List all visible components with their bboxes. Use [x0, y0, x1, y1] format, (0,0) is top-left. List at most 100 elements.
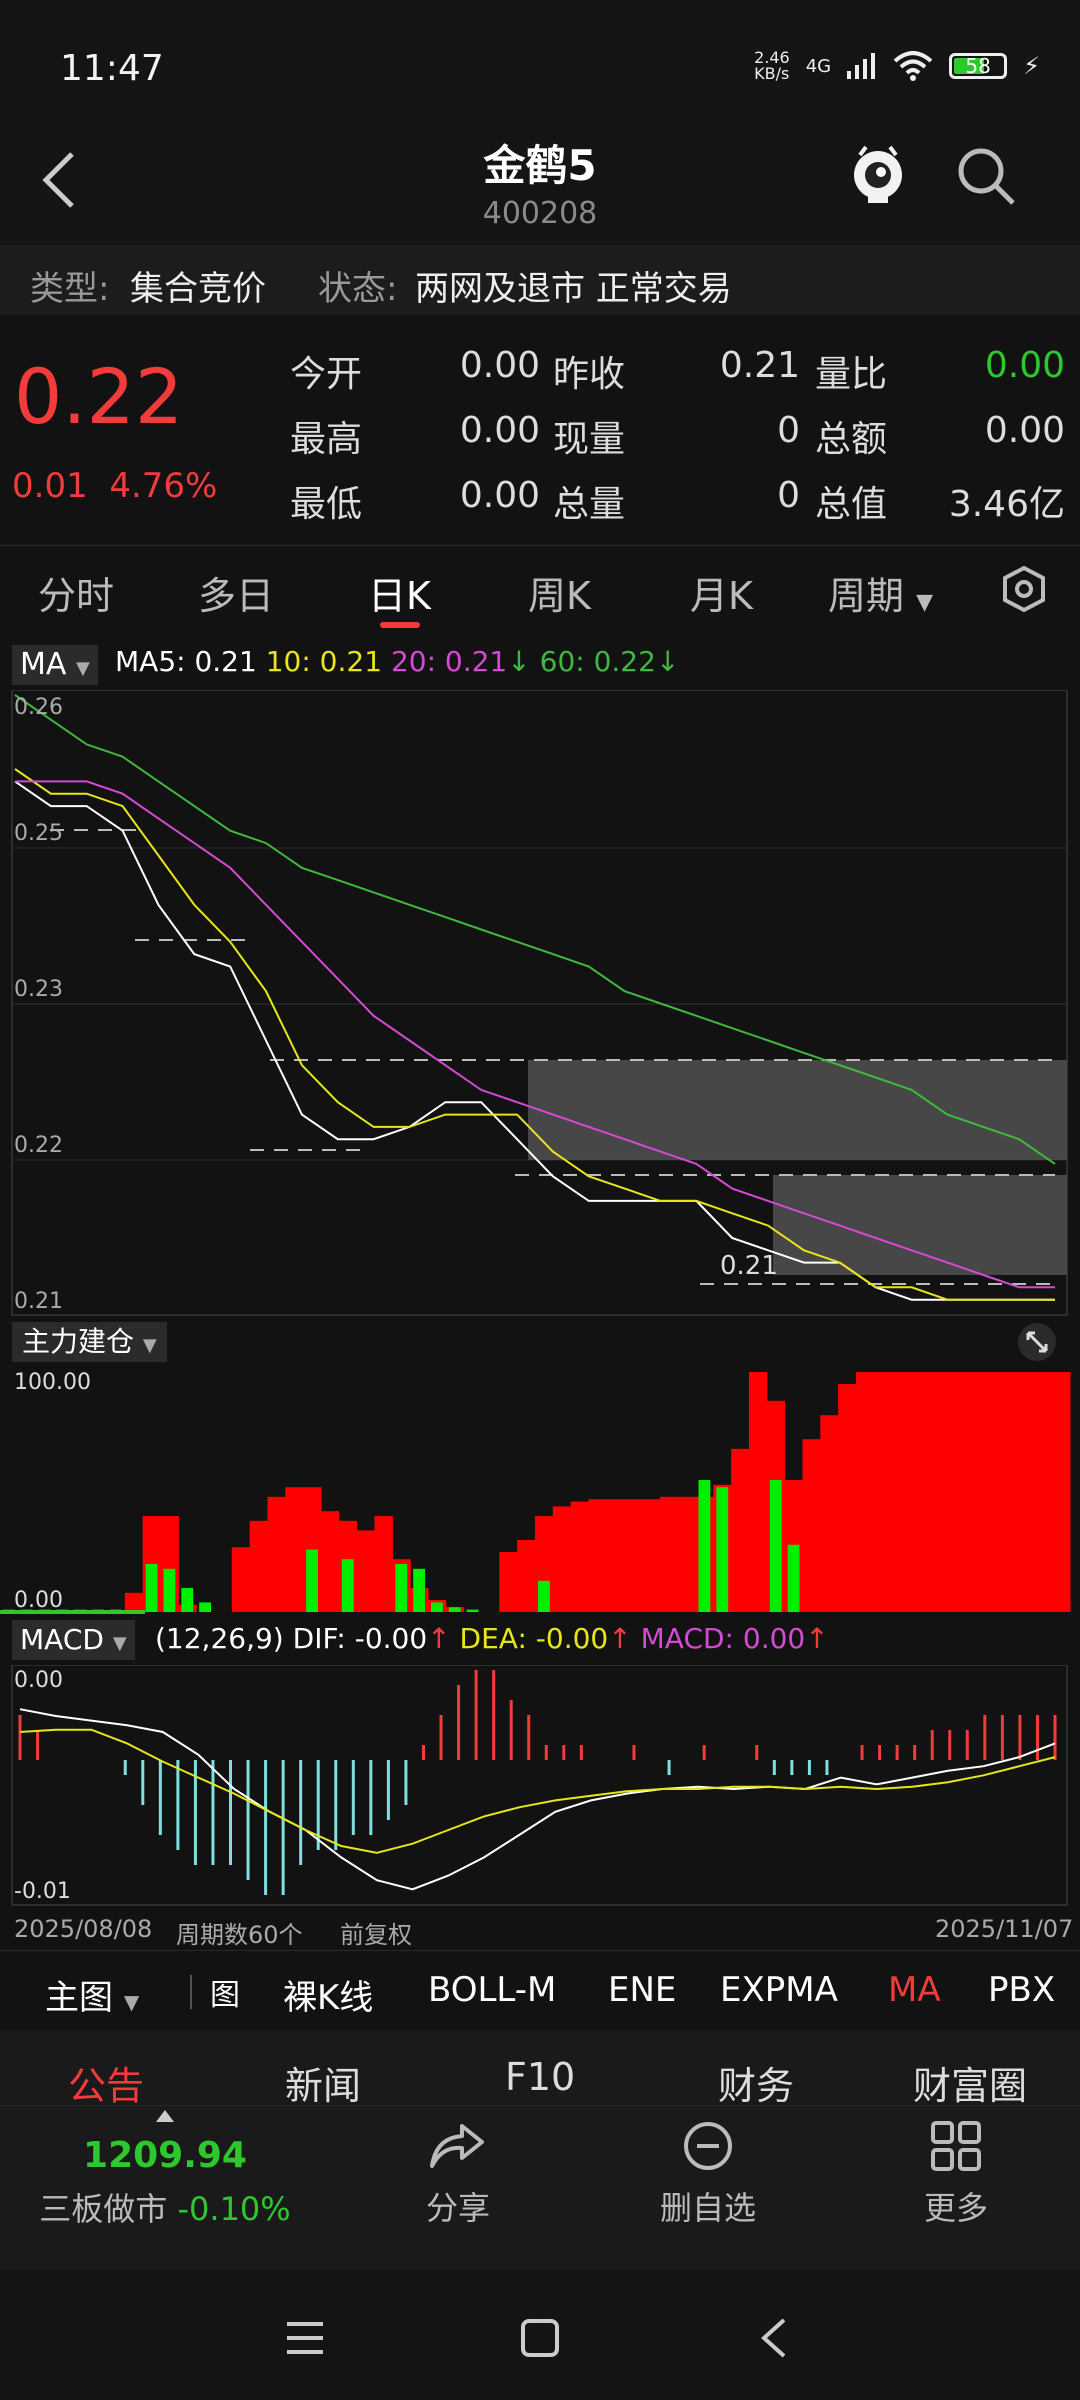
dropdown-icon: ▼ — [112, 1633, 127, 1654]
y-axis-label: 0.22 — [14, 1133, 63, 1158]
chart-type-icon[interactable]: 图 — [210, 1970, 240, 2014]
tab-multiday[interactable]: 多日 — [198, 565, 274, 620]
kline-chart[interactable]: 0.26 0.25 0.23 0.22 0.21 0.21 — [0, 690, 1080, 1320]
back-nav-icon[interactable] — [758, 2316, 788, 2360]
indicator-ene[interactable]: ENE — [608, 1970, 676, 2010]
dif-value: DIF: -0.00 — [292, 1622, 428, 1655]
y-axis-label: 0.23 — [14, 977, 63, 1002]
wifi-icon — [893, 51, 933, 81]
quote-value: 0.00 — [984, 410, 1065, 451]
tab-announcements[interactable]: 公告 — [68, 2055, 144, 2110]
flow-bar-green — [395, 1564, 408, 1612]
search-icon[interactable] — [955, 145, 1017, 207]
macd-selector-label: MACD — [20, 1623, 104, 1656]
tab-intraday[interactable]: 分时 — [38, 565, 114, 620]
macd-selector[interactable]: MACD ▼ — [12, 1620, 135, 1660]
net-type: 4G — [805, 55, 832, 77]
ma-selector[interactable]: MA ▼ — [12, 645, 98, 685]
flow-bar-red — [588, 1499, 607, 1612]
menu-icon[interactable] — [285, 2320, 325, 2356]
flow-bar-green — [199, 1602, 211, 1612]
home-icon[interactable] — [520, 2318, 560, 2358]
up-arrow-icon: ↑ — [427, 1622, 451, 1655]
tab-period[interactable]: 周期 ▼ — [828, 565, 933, 620]
down-arrow-icon: ↓ — [507, 645, 531, 678]
tab-weekly-k[interactable]: 周K — [528, 565, 591, 620]
dea-line — [19, 1728, 1056, 1854]
flow-bar-green — [163, 1568, 176, 1612]
battery-level: 58 — [965, 54, 991, 78]
expand-up-icon[interactable] — [156, 2110, 174, 2122]
flow-bar-red — [980, 1372, 1000, 1612]
settings-icon[interactable] — [1000, 565, 1048, 613]
price-change-value: 0.01 — [12, 466, 88, 506]
dif-line — [19, 1708, 1056, 1891]
flow-bar-red — [642, 1499, 661, 1612]
quote-value: 0.00 — [459, 475, 540, 516]
macd-axis-bottom: -0.01 — [14, 1879, 71, 1904]
indicator-ma[interactable]: MA — [888, 1970, 941, 2010]
dropdown-icon: ▼ — [142, 1335, 157, 1356]
type-label: 类型: — [30, 269, 110, 309]
flow-bar-red — [249, 1520, 268, 1612]
indicator-boll[interactable]: BOLL-M — [428, 1970, 556, 2010]
price-change: 0.01 4.76% — [12, 466, 217, 506]
tab-monthly-k[interactable]: 月K — [690, 565, 753, 620]
flow-bar-red — [124, 1592, 144, 1612]
flow-bar-green — [341, 1559, 354, 1612]
tab-wealth-circle[interactable]: 财富圈 — [913, 2055, 1027, 2110]
status-icons: 2.46 KB/s 4G 58 ⚡ — [754, 50, 1040, 82]
divider — [190, 1975, 192, 2009]
flow-bar-red — [321, 1511, 340, 1612]
quote-label: 最低 — [290, 484, 363, 525]
indicator-expma[interactable]: EXPMA — [720, 1970, 838, 2010]
active-tab-indicator — [380, 622, 420, 628]
price-flag-label: 0.21 — [720, 1251, 778, 1281]
index-info[interactable]: 三板做市 -0.10% — [0, 2184, 330, 2230]
flow-bar-red — [873, 1372, 893, 1612]
flow-bar-green — [769, 1480, 782, 1612]
flow-bar-red — [749, 1372, 768, 1612]
quote-label: 昨收 — [553, 354, 626, 395]
indicator-pbx[interactable]: PBX — [988, 1970, 1055, 2010]
net-speed: 2.46 KB/s — [754, 48, 790, 83]
macd-axis-top: 0.00 — [14, 1668, 63, 1693]
more-button[interactable]: 更多 — [896, 2183, 1016, 2229]
flow-bar-red — [802, 1439, 821, 1612]
quote-label: 总值 — [815, 484, 888, 525]
share-icon[interactable] — [428, 2122, 488, 2170]
flow-bar-green — [698, 1480, 711, 1612]
fund-axis-bottom: 0.00 — [14, 1588, 63, 1613]
flow-bar-red — [856, 1372, 875, 1612]
battery-icon: 58 — [949, 53, 1008, 79]
flow-bar-green — [538, 1580, 550, 1612]
tab-news[interactable]: 新闻 — [285, 2055, 361, 2110]
index-name: 三板做市 — [39, 2190, 168, 2228]
remove-watchlist-icon[interactable] — [682, 2120, 734, 2172]
expand-icon[interactable] — [1015, 1322, 1059, 1362]
tab-finance[interactable]: 财务 — [718, 2055, 794, 2110]
indicator-selector[interactable]: 主力建仓 ▼ — [12, 1322, 167, 1362]
indicator-naked-k[interactable]: 裸K线 — [283, 1970, 373, 2019]
flow-bar-red — [606, 1499, 625, 1612]
share-button[interactable]: 分享 — [398, 2183, 518, 2229]
down-arrow-icon: ↓ — [655, 645, 680, 678]
fund-flow-chart: 100.00 0.00 — [0, 1370, 1071, 1614]
quote-value: 0 — [777, 475, 800, 516]
remove-watchlist-button[interactable]: 删自选 — [638, 2183, 778, 2229]
flow-bar-green — [181, 1588, 194, 1612]
quote-label: 今开 — [290, 354, 363, 395]
assistant-mascot-icon[interactable] — [850, 145, 906, 205]
index-value[interactable]: 1209.94 — [0, 2135, 330, 2176]
dropdown-icon: ▼ — [75, 658, 90, 679]
tab-daily-k[interactable]: 日K — [368, 565, 431, 620]
tab-f10[interactable]: F10 — [505, 2055, 575, 2099]
y-axis-label: 0.26 — [14, 695, 63, 720]
main-chart-selector[interactable]: 主图 ▼ — [45, 1970, 139, 2019]
more-grid-icon[interactable] — [930, 2120, 982, 2172]
current-price: 0.22 — [14, 352, 184, 441]
stock-name: 金鹤5 — [483, 141, 597, 190]
dea-value: DEA: -0.00 — [459, 1622, 609, 1655]
ma-selector-label: MA — [20, 647, 67, 682]
macd-chart: 0.00 -0.01 — [11, 1665, 1068, 1906]
